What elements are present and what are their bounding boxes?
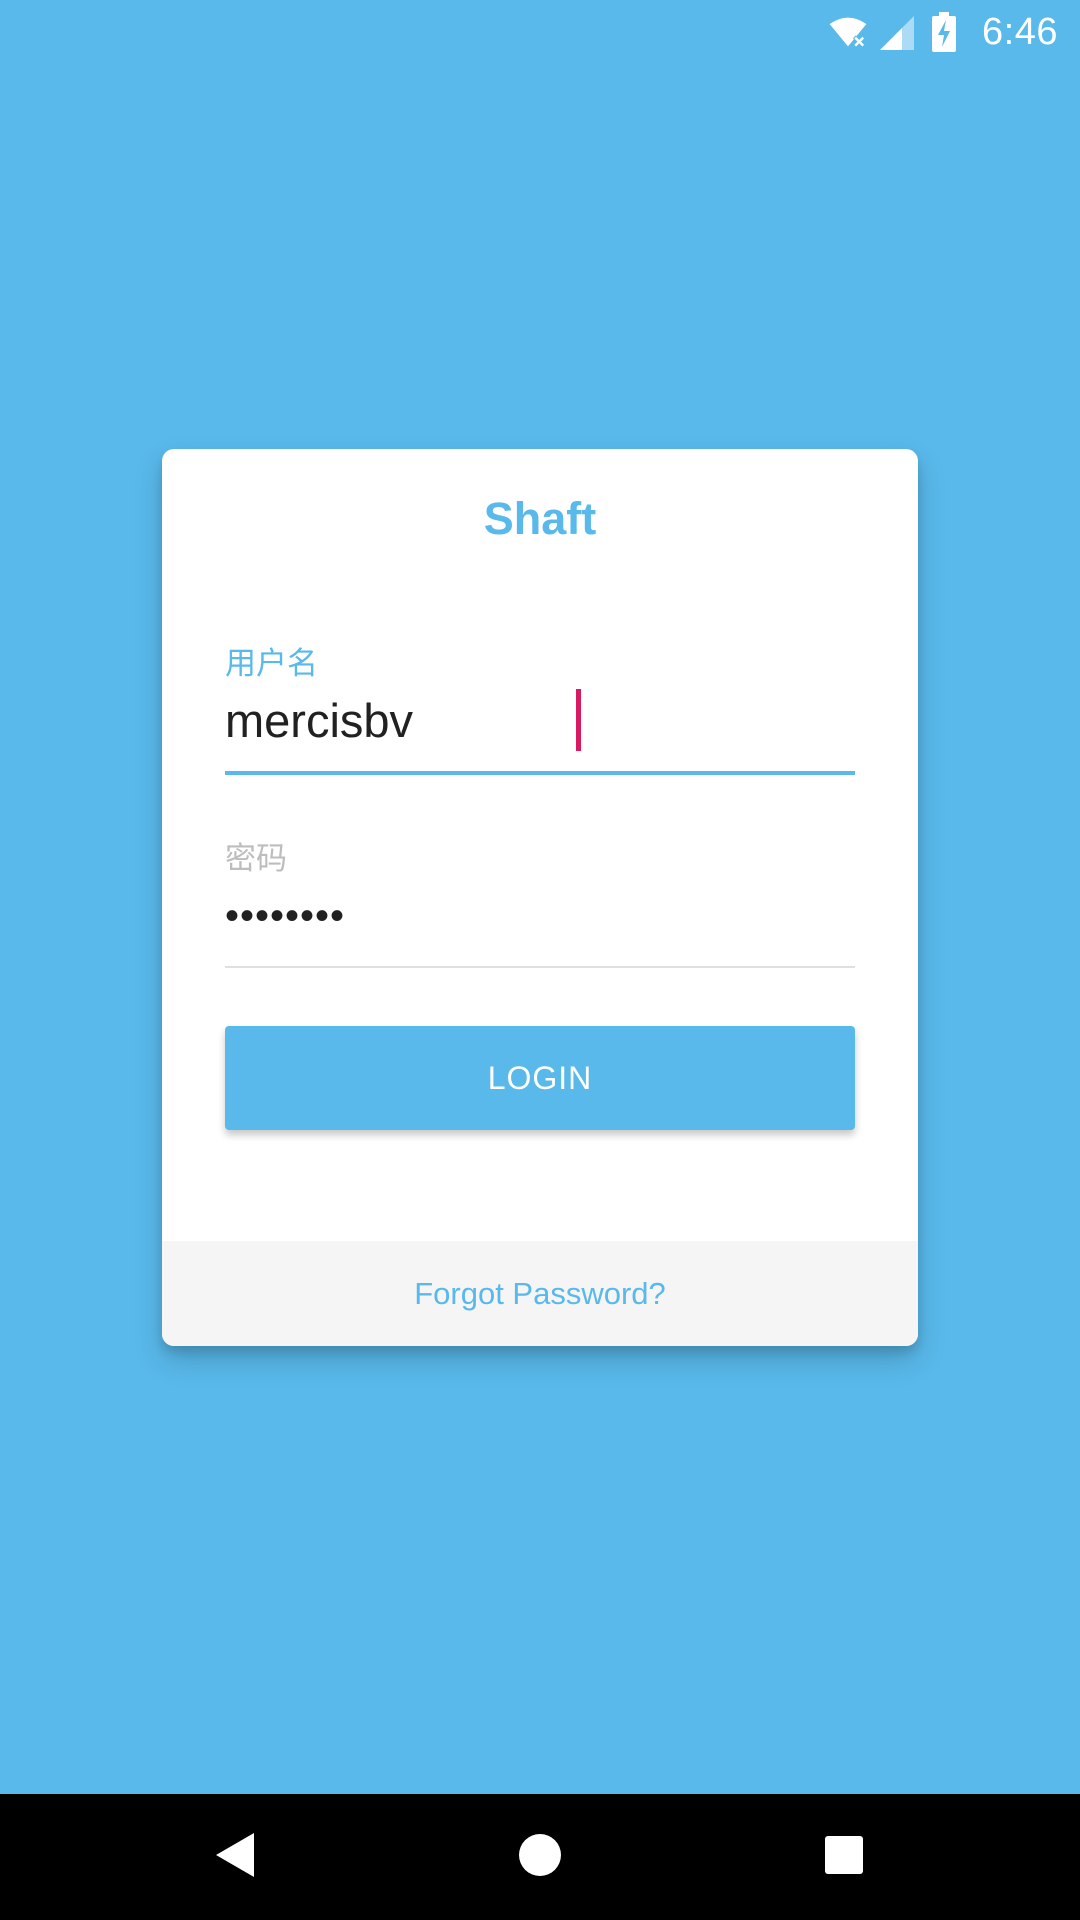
app-title: Shaft — [483, 493, 597, 544]
cell-signal-icon — [876, 12, 916, 52]
password-underline — [225, 966, 855, 968]
password-field[interactable] — [225, 881, 855, 951]
home-icon[interactable] — [505, 1820, 575, 1890]
login-card: Shaft 用户名 密码 LOGIN Forgot Password? — [162, 449, 918, 1346]
recents-icon[interactable] — [809, 1820, 879, 1890]
text-caret — [576, 689, 581, 751]
username-underline — [225, 771, 855, 775]
card-footer: Forgot Password? — [162, 1241, 918, 1346]
login-button[interactable]: LOGIN — [225, 1026, 855, 1130]
username-label: 用户名 — [225, 646, 318, 681]
forgot-password-link[interactable]: Forgot Password? — [414, 1276, 666, 1312]
username-field[interactable] — [225, 685, 855, 755]
battery-charging-icon — [924, 12, 964, 52]
status-bar: 6:46 — [0, 0, 1080, 64]
wifi-no-internet-icon — [828, 12, 868, 52]
status-time: 6:46 — [982, 10, 1058, 53]
back-icon[interactable] — [201, 1820, 271, 1890]
navigation-bar — [0, 1794, 1080, 1920]
password-label: 密码 — [225, 841, 287, 876]
